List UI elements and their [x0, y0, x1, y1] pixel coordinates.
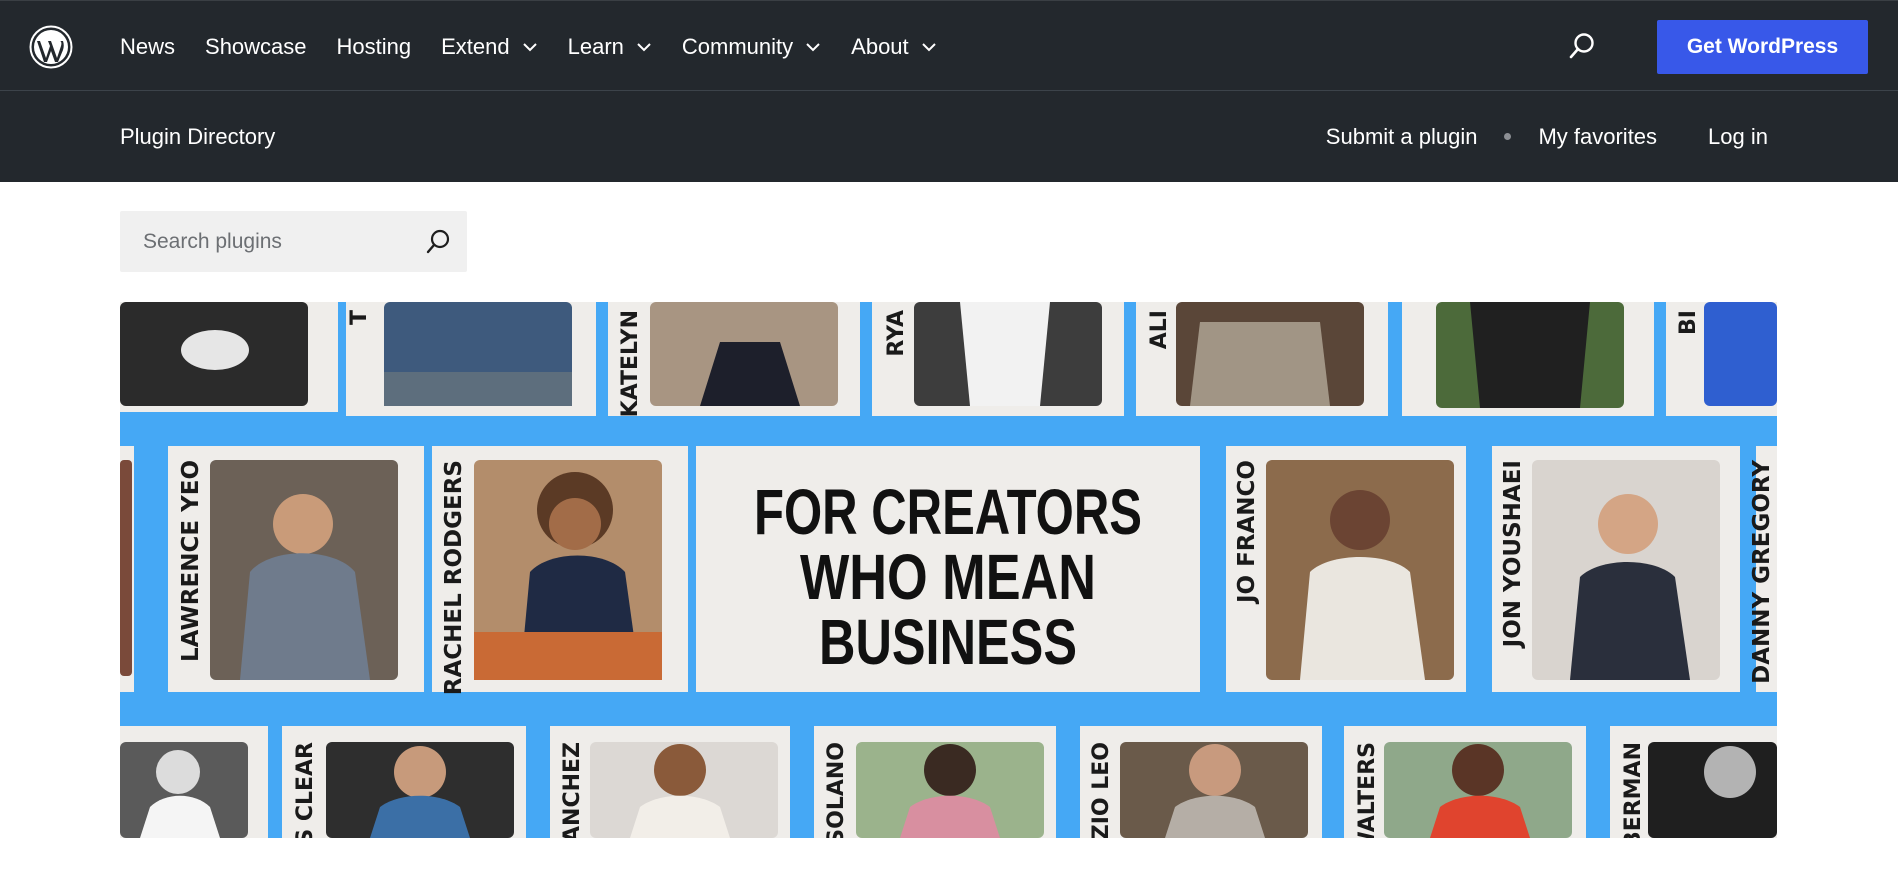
banner-name-bottom-4: RIZIO LEO	[1089, 742, 1114, 838]
banner-name-top-2: KATELYN	[618, 310, 643, 417]
main-nav: News Showcase Hosting Extend Learn Commu…	[120, 1, 967, 92]
plugin-subnav: Plugin Directory Submit a plugin My favo…	[0, 91, 1898, 182]
nav-item-community[interactable]: Community	[682, 34, 821, 60]
chevron-down-icon	[921, 42, 936, 51]
nav-item-label: Community	[681, 33, 794, 59]
banner-graphic: T KATELYN RYA ALI BI LAWRENCE YEO RACHEL…	[120, 302, 1777, 838]
nav-item-label: About	[851, 33, 909, 59]
nav-item-label: News	[120, 33, 176, 59]
search-input[interactable]	[120, 211, 420, 272]
banner-name-mid-4: JON YOUSHAEI	[1500, 460, 1526, 649]
banner-name-mid-1: LAWRENCE YEO	[178, 460, 204, 662]
banner-name-bottom-1: ES CLEAR	[293, 742, 318, 838]
get-wordpress-button[interactable]: Get WordPress	[1657, 20, 1868, 74]
banner-name-bottom-5: WALTERS	[1355, 742, 1380, 838]
chevron-down-icon	[806, 42, 820, 51]
banner-name-top-5: BI	[1676, 310, 1701, 335]
banner-headline-line-3: BUSINESS	[819, 606, 1077, 678]
nav-item-label: Showcase	[205, 33, 307, 59]
search-icon[interactable]	[424, 228, 452, 256]
nav-item-extend[interactable]: Extend	[441, 34, 538, 60]
bottom-row-cards: ES CLEAR SANCHEZ Y SOLANO RIZIO LEO WALT…	[120, 726, 1777, 838]
subnav-links: Submit a plugin My favorites Log in	[1326, 91, 1768, 182]
banner-name-top-4: ALI	[1147, 310, 1172, 349]
top-row-cards: T KATELYN RYA ALI BI	[120, 302, 1777, 417]
nav-item-label: Hosting	[336, 33, 412, 59]
banner-name-top-1: T	[347, 310, 372, 325]
nav-item-about[interactable]: About	[851, 34, 937, 60]
banner-headline-line-2: WHO MEAN	[800, 541, 1096, 613]
nav-item-hosting[interactable]: Hosting	[337, 34, 412, 60]
separator-dot	[1504, 133, 1512, 140]
nav-item-news[interactable]: News	[120, 34, 175, 60]
global-header: News Showcase Hosting Extend Learn Commu…	[0, 0, 1898, 91]
nav-item-showcase[interactable]: Showcase	[205, 34, 307, 60]
chevron-down-icon	[522, 42, 537, 51]
banner-name-bottom-6: BERMAN	[1621, 742, 1646, 838]
wordpress-logo-icon[interactable]	[29, 25, 73, 69]
my-favorites-link[interactable]: My favorites	[1538, 124, 1657, 150]
middle-row-cards: LAWRENCE YEO RACHEL RODGERS FOR CREATORS…	[120, 446, 1777, 695]
banner-name-bottom-3: Y SOLANO	[824, 742, 849, 838]
banner-name-mid-5: DANNY GREGORY	[1749, 460, 1775, 684]
log-in-link[interactable]: Log in	[1708, 124, 1768, 150]
nav-item-learn[interactable]: Learn	[568, 34, 652, 60]
plugin-directory-link[interactable]: Plugin Directory	[120, 91, 275, 182]
plugin-search	[120, 211, 467, 272]
submit-plugin-link[interactable]: Submit a plugin	[1326, 124, 1478, 150]
search-icon[interactable]	[1568, 31, 1596, 61]
banner-name-mid-2: RACHEL RODGERS	[441, 460, 467, 695]
nav-item-label: Learn	[567, 33, 624, 59]
banner-name-bottom-2: SANCHEZ	[560, 742, 585, 838]
banner-name-mid-3: JO FRANCO	[1234, 460, 1260, 605]
chevron-down-icon	[637, 42, 651, 51]
nav-item-label: Extend	[441, 33, 510, 59]
banner-name-top-3: RYA	[884, 310, 909, 357]
hero-banner: T KATELYN RYA ALI BI LAWRENCE YEO RACHEL…	[120, 302, 1777, 838]
banner-headline-line-1: FOR CREATORS	[754, 476, 1142, 548]
